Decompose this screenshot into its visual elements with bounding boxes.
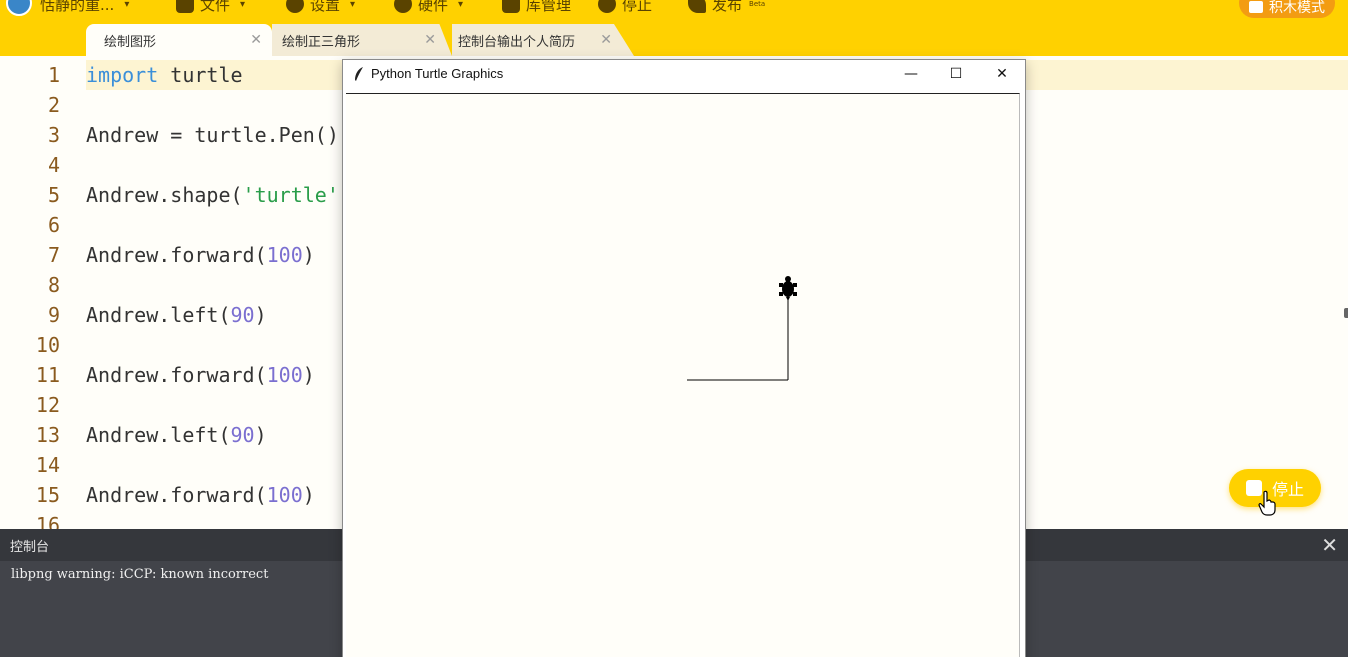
maximize-button[interactable]: ☐: [933, 60, 979, 88]
tab-label: 绘制正三角形: [282, 34, 361, 50]
code-token: import: [86, 63, 159, 87]
line-number: 2: [47, 93, 60, 117]
minimize-button[interactable]: —: [888, 60, 934, 88]
window-title: Python Turtle Graphics: [371, 66, 504, 81]
menu-settings[interactable]: 设置 ▾: [286, 0, 355, 17]
menu-library-label: 库管理: [526, 0, 572, 14]
folder-icon: [176, 0, 194, 13]
feather-icon: [355, 67, 363, 81]
turtle-icon: [779, 276, 797, 301]
line-number: 3: [47, 123, 60, 147]
project-name-menu[interactable]: 恬静的重... ▾: [40, 0, 129, 17]
menu-publish[interactable]: 发布 Beta: [688, 0, 765, 17]
line-number: 14: [35, 453, 60, 477]
line-number: 16: [35, 513, 60, 529]
tab-draw-triangle[interactable]: 绘制正三角形 ✕: [272, 24, 452, 56]
code-token: turtle: [158, 63, 243, 87]
code-token: 'turtle': [242, 183, 339, 207]
code-text: Andrew.forward(100): [86, 360, 315, 390]
line-number: 1: [47, 63, 60, 87]
code-token: Andrew.forward(: [86, 243, 267, 267]
menu-stop-label: 停止: [622, 0, 653, 14]
tab-label: 控制台输出个人简历: [458, 34, 576, 50]
hand-cursor-icon: [1258, 490, 1276, 516]
close-icon[interactable]: ✕: [424, 32, 436, 48]
code-token: 90: [230, 303, 255, 327]
blocks-icon: [1249, 1, 1263, 13]
line-number: 10: [35, 333, 60, 357]
line-number: 13: [35, 423, 60, 447]
code-token: 100: [266, 243, 303, 267]
publish-icon: [688, 0, 706, 13]
chevron-down-icon: ▾: [240, 0, 246, 10]
scrollbar-handle[interactable]: [1344, 308, 1348, 318]
code-token: ): [302, 483, 315, 507]
menu-file-label: 文件: [200, 0, 231, 14]
console-output: libpng warning: iCCP: known incorrect: [11, 567, 269, 582]
code-token: ): [254, 423, 267, 447]
gear-icon: [286, 0, 304, 13]
code-token: ): [302, 243, 315, 267]
stop-run-label: 停止: [1271, 480, 1304, 499]
top-toolbar: 恬静的重... ▾ 文件 ▾ 设置 ▾ 硬件 ▾ 库管理 停止 发布 Beta 积…: [0, 0, 1348, 56]
chevron-down-icon: ▾: [124, 0, 130, 10]
code-token: ): [254, 303, 267, 327]
turtle-drawing: [687, 276, 797, 381]
turtle-graphics-window[interactable]: Python Turtle Graphics — ☐ ✕: [342, 59, 1026, 657]
tab-label: 绘制图形: [104, 34, 157, 50]
library-icon: [502, 0, 520, 13]
block-mode-label: 积木模式: [1269, 0, 1325, 16]
close-icon[interactable]: ✕: [600, 32, 612, 48]
code-token: 100: [266, 483, 303, 507]
line-number: 5: [47, 183, 60, 207]
chevron-down-icon: ▾: [458, 0, 464, 10]
hardware-icon: [394, 0, 412, 13]
close-icon[interactable]: ✕: [1321, 533, 1338, 557]
line-number: 9: [47, 303, 60, 327]
code-token: Andrew.left(: [86, 303, 231, 327]
line-number: 11: [35, 363, 60, 387]
line-number: 4: [47, 153, 60, 177]
menu-settings-label: 设置: [310, 0, 341, 14]
close-icon[interactable]: ✕: [250, 32, 262, 48]
code-text: Andrew.left(90): [86, 420, 267, 450]
code-token: ): [302, 363, 315, 387]
stop-icon: [598, 0, 616, 13]
line-number: 15: [35, 483, 60, 507]
code-token: Andrew = turtle.Pen(): [86, 123, 339, 147]
code-text: import turtle: [86, 60, 243, 90]
code-text: Andrew.shape('turtle': [86, 180, 339, 210]
tab-draw-shapes[interactable]: 绘制图形 ✕: [86, 24, 272, 56]
menu-publish-label: 发布: [712, 0, 743, 14]
window-titlebar[interactable]: Python Turtle Graphics — ☐ ✕: [343, 60, 1025, 92]
line-number: 6: [47, 213, 60, 237]
code-token: 90: [230, 423, 255, 447]
chevron-down-icon: ▾: [350, 0, 356, 10]
code-token: Andrew.left(: [86, 423, 231, 447]
code-text: Andrew.left(90): [86, 300, 267, 330]
turtle-canvas: [346, 93, 1020, 657]
line-number: 12: [35, 393, 60, 417]
menu-hardware-label: 硬件: [418, 0, 449, 14]
beta-badge: Beta: [749, 0, 766, 8]
menu-library[interactable]: 库管理: [502, 0, 571, 17]
close-button[interactable]: ✕: [979, 60, 1025, 88]
block-mode-button[interactable]: 积木模式: [1239, 0, 1335, 18]
tab-console-resume[interactable]: 控制台输出个人简历 ✕: [452, 24, 634, 56]
menu-hardware[interactable]: 硬件 ▾: [394, 0, 463, 17]
code-text: Andrew.forward(100): [86, 240, 315, 270]
avatar[interactable]: [6, 0, 32, 16]
code-token: 100: [266, 363, 303, 387]
menu-stop[interactable]: 停止: [598, 0, 652, 17]
code-text: Andrew = turtle.Pen(): [86, 120, 339, 150]
line-number: 7: [47, 243, 60, 267]
console-title: 控制台: [10, 540, 50, 555]
line-number: 8: [47, 273, 60, 297]
menu-file[interactable]: 文件 ▾: [176, 0, 245, 17]
code-token: Andrew.forward(: [86, 483, 267, 507]
code-token: Andrew.shape(: [86, 183, 243, 207]
project-name: 恬静的重...: [40, 0, 115, 14]
code-text: Andrew.forward(100): [86, 480, 315, 510]
code-token: Andrew.forward(: [86, 363, 267, 387]
